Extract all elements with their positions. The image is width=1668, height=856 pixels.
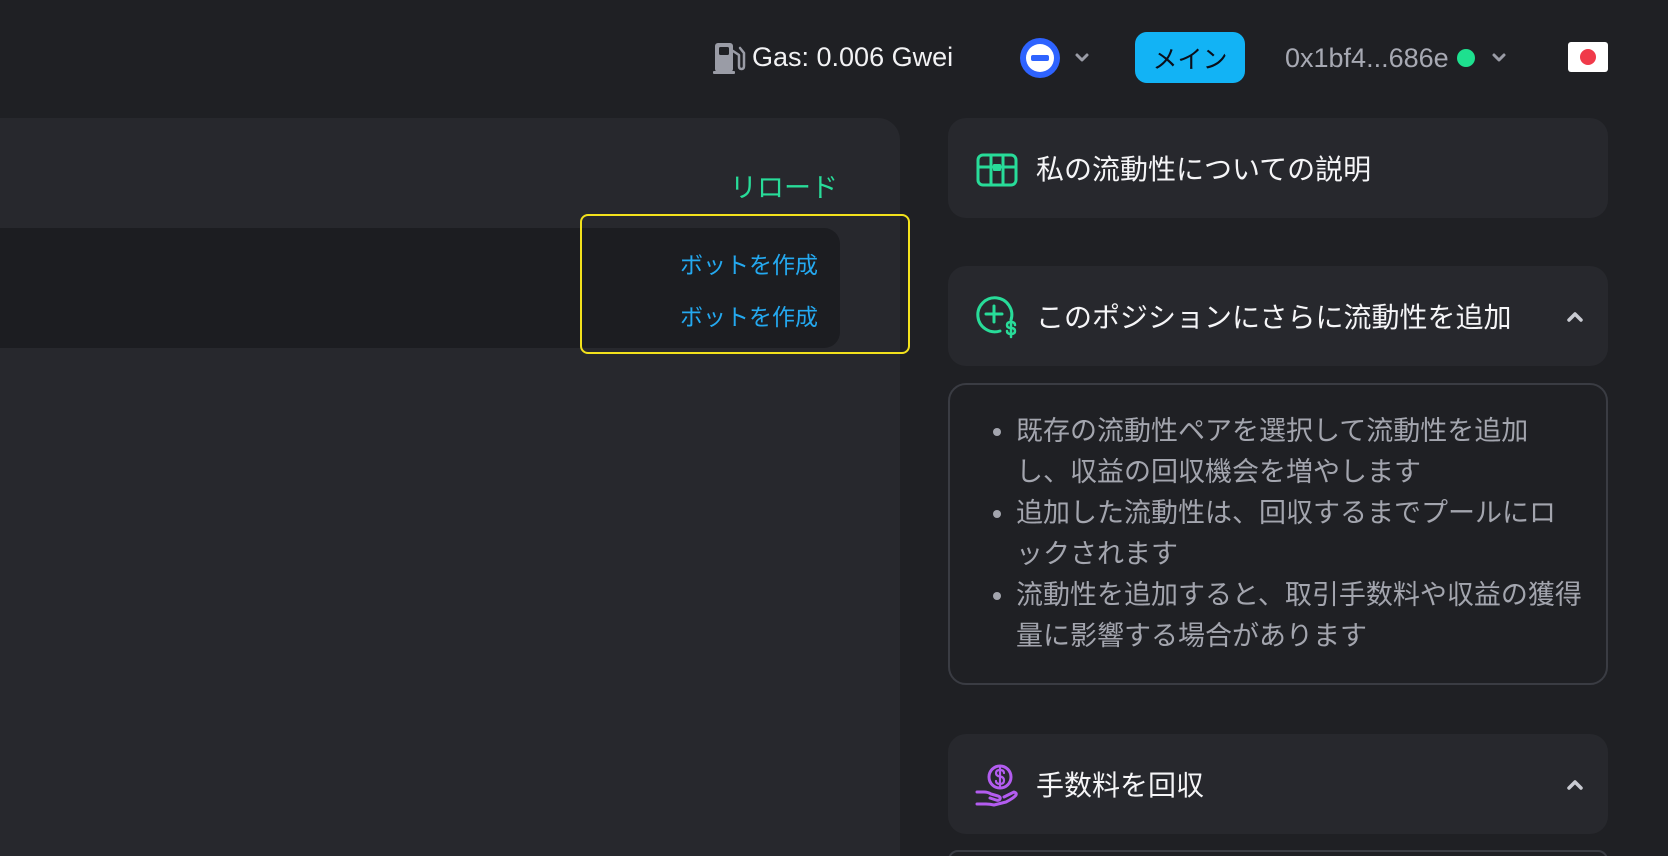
network-selector[interactable] [1020, 38, 1092, 78]
wallet-address-text: 0x1bf4...686e [1285, 42, 1449, 73]
add-liquidity-title: このポジションにさらに流動性を追加 [1036, 301, 1512, 334]
wallet-address-button[interactable]: 0x1bf4...686e [1285, 38, 1509, 78]
collect-fees-details-edge [948, 850, 1608, 856]
add-liquidity-bullets: 既存の流動性ペアを選択して流動性を追加し、収益の回収機会を増やします 追加した流… [950, 385, 1606, 657]
top-header: Gas: 0.006 Gwei メイン 0x1bf4...686e [0, 0, 1668, 112]
add-liquidity-details: 既存の流動性ペアを選択して流動性を追加し、収益の回収機会を増やします 追加した流… [948, 383, 1608, 685]
treasure-chest-icon [976, 153, 1018, 187]
chevron-down-icon [1492, 53, 1506, 62]
chevron-down-icon [1075, 53, 1089, 62]
list-item: 既存の流動性ペアを選択して流動性を追加し、収益の回収機会を増やします [1016, 411, 1582, 493]
fuel-pump-icon [713, 43, 746, 74]
list-item: 流動性を追加すると、取引手数料や収益の獲得量に影響する場合があります [1016, 575, 1582, 657]
add-liquidity-card[interactable]: このポジションにさらに流動性を追加 [948, 266, 1608, 366]
connection-status-dot [1456, 49, 1475, 67]
mainnet-badge[interactable]: メイン [1135, 32, 1245, 83]
hand-coin-icon [975, 764, 1018, 807]
reload-link[interactable]: リロード [730, 166, 838, 205]
list-item: 追加した流動性は、回収するまでプールにロックされます [1016, 493, 1582, 575]
chevron-up-icon[interactable] [1564, 306, 1586, 328]
network-logo-icon [1020, 38, 1060, 78]
plus-coin-icon [976, 296, 1017, 339]
app-page: Gas: 0.006 Gwei メイン 0x1bf4...686e リロード ボ… [0, 0, 1668, 856]
gas-price-text: Gas: 0.006 Gwei [752, 41, 954, 72]
collect-fees-card[interactable]: 手数料を回収 [948, 734, 1608, 834]
liquidity-explanation-card[interactable]: 私の流動性についての説明 [948, 118, 1608, 218]
language-flag-icon[interactable] [1568, 42, 1608, 72]
chevron-up-icon[interactable] [1564, 774, 1586, 796]
collect-fees-title: 手数料を回収 [1036, 769, 1205, 802]
gas-indicator: Gas: 0.006 Gwei [712, 38, 953, 76]
liquidity-explanation-title: 私の流動性についての説明 [1036, 153, 1372, 186]
highlight-frame [580, 214, 910, 354]
